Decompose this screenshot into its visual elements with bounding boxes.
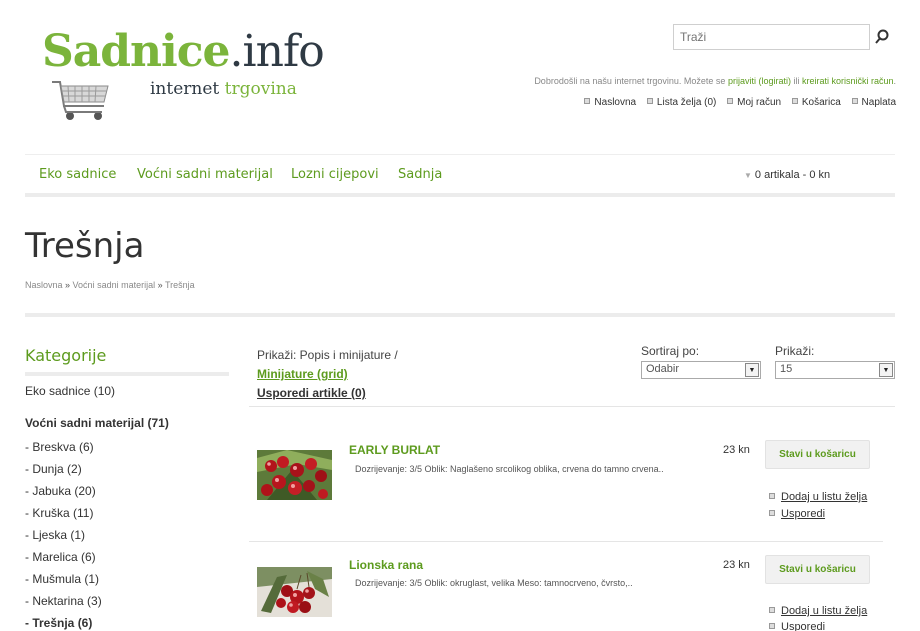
product-description: Dozrijevanje: 3/5 Oblik: Naglašeno srcol… (355, 464, 664, 474)
compare-products-link[interactable]: Usporedi artikle (0) (257, 386, 366, 400)
product-image-lionska-rana[interactable] (257, 567, 332, 617)
login-link[interactable]: prijaviti (logirati) (728, 76, 791, 86)
bullet-icon (791, 98, 798, 104)
logo-tagline-green: trgovina (224, 79, 297, 99)
breadcrumb: Naslovna » Voćni sadni materijal » Trešn… (25, 280, 195, 290)
add-to-cart-button[interactable]: Stavi u košaricu (765, 555, 870, 584)
toolbar-divider (249, 406, 895, 407)
bullet-icon (646, 98, 653, 104)
sidebar-item-jabuka[interactable]: - Jabuka (20) (25, 484, 96, 498)
content-divider (25, 313, 895, 317)
welcome-message: Dobrodošli na našu internet trgovinu. Mo… (534, 76, 896, 86)
sidebar-item-ljeska[interactable]: - Ljeska (1) (25, 528, 85, 542)
compare-link[interactable]: Usporedi (769, 508, 825, 520)
product-image-early-burlat[interactable] (257, 450, 332, 500)
grid-view-link[interactable]: Minijature (grid) (257, 367, 348, 381)
sidebar-item-kruska[interactable]: - Kruška (11) (25, 506, 93, 520)
nav-item-lozni-cijepovi[interactable]: Lozni cijepovi (291, 167, 379, 182)
bullet-icon (769, 493, 775, 499)
sidebar-item-dunja[interactable]: - Dunja (2) (25, 462, 82, 476)
product-price: 23 kn (723, 444, 750, 456)
limit-select[interactable]: 15 ▼ (775, 361, 895, 379)
add-to-cart-button[interactable]: Stavi u košaricu (765, 440, 870, 469)
top-links: Naslovna Lista želja (0) Moj račun Košar… (560, 97, 896, 108)
bullet-icon (584, 98, 591, 104)
add-to-wishlist-link[interactable]: Dodaj u listu želja (769, 605, 867, 617)
toplink-checkout[interactable]: Naplata (851, 97, 896, 108)
toplink-account[interactable]: Moj račun (727, 97, 781, 108)
search-icon[interactable] (872, 26, 892, 48)
toplink-home[interactable]: Naslovna (584, 97, 636, 108)
compare-link[interactable]: Usporedi (769, 621, 825, 631)
sidebar-item-nektarina[interactable]: - Nektarina (3) (25, 594, 102, 608)
breadcrumb-tresnja[interactable]: Trešnja (165, 280, 195, 290)
display-mode-label: Prikaži: Popis i minijature / (257, 348, 398, 362)
chevron-down-icon: ▼ (744, 171, 752, 180)
bullet-icon (769, 510, 775, 516)
logo-tagline: internet trgovina (150, 79, 297, 99)
sidebar-title: Kategorije (25, 346, 107, 365)
limit-label: Prikaži: (775, 344, 815, 358)
sidebar-item-vocni-sadni-materijal[interactable]: Voćni sadni materijal (71) (25, 416, 169, 430)
bullet-icon (727, 98, 734, 104)
toplink-cart[interactable]: Košarica (791, 97, 841, 108)
bullet-icon (769, 623, 775, 629)
register-link[interactable]: kreirati korisnički račun (802, 76, 894, 86)
sidebar-item-breskva[interactable]: - Breskva (6) (25, 440, 94, 454)
toplink-wishlist[interactable]: Lista želja (0) (646, 97, 716, 108)
logo-text-dark: .info (229, 26, 325, 77)
cart-summary[interactable]: ▼ 0 artikala - 0 kn (744, 169, 830, 181)
nav-item-vocni-sadni-materijal[interactable]: Voćni sadni materijal (137, 167, 273, 182)
sidebar-item-marelica[interactable]: - Marelica (6) (25, 550, 96, 564)
search-input[interactable] (673, 24, 870, 50)
nav-item-sadnja[interactable]: Sadnja (398, 167, 442, 182)
sidebar-item-eko-sadnice[interactable]: Eko sadnice (10) (25, 384, 115, 398)
page-title: Trešnja (25, 226, 145, 266)
logo[interactable]: Sadnice.info (42, 30, 325, 74)
sort-select[interactable]: Odabir ▼ (641, 361, 761, 379)
shopping-cart-logo-icon (52, 81, 109, 120)
breadcrumb-home[interactable]: Naslovna (25, 280, 63, 290)
nav-bottom-bar (25, 193, 895, 197)
sidebar-item-tresnja[interactable]: - Trešnja (6) (25, 616, 92, 630)
add-to-wishlist-link[interactable]: Dodaj u listu želja (769, 491, 867, 503)
logo-tagline-dark: internet (150, 79, 225, 99)
bullet-icon (851, 98, 858, 104)
breadcrumb-vocni[interactable]: Voćni sadni materijal (73, 280, 156, 290)
product-name[interactable]: EARLY BURLAT (349, 443, 440, 457)
product-price: 23 kn (723, 559, 750, 571)
sidebar-item-musmula[interactable]: - Mušmula (1) (25, 572, 99, 586)
product-name[interactable]: Lionska rana (349, 558, 423, 572)
dropdown-arrow-icon: ▼ (745, 363, 759, 377)
product-description: Dozrijevanje: 3/5 Oblik: okruglast, veli… (355, 578, 633, 588)
product-divider (249, 541, 883, 542)
dropdown-arrow-icon: ▼ (879, 363, 893, 377)
logo-text-green: Sadnice (42, 26, 231, 77)
sidebar-title-rule (25, 372, 229, 376)
nav-item-eko-sadnice[interactable]: Eko sadnice (39, 167, 116, 182)
sort-label: Sortiraj po: (641, 344, 700, 358)
bullet-icon (769, 607, 775, 613)
